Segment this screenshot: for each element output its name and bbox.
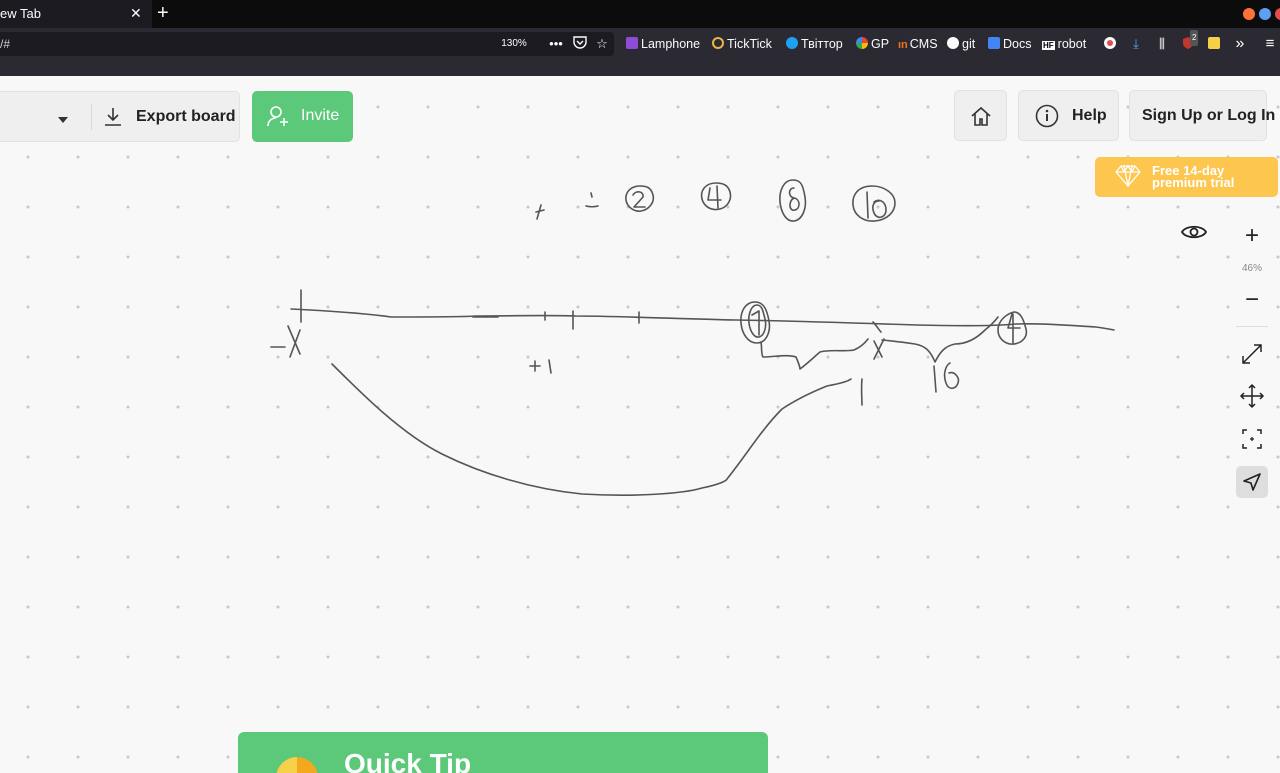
quick-tip-card[interactable]: Quick Tip: [238, 732, 768, 773]
help-label: Help: [1072, 107, 1107, 124]
pie-tip-icon: [276, 757, 318, 773]
bookmark-twitter[interactable]: Твіттор: [786, 36, 843, 52]
hf-icon: HF: [1042, 41, 1055, 50]
window-dot-red-icon[interactable]: [1275, 8, 1280, 20]
premium-trial-label: Free 14-day premium trial: [1152, 163, 1235, 190]
window-dot-orange-icon[interactable]: [1243, 8, 1255, 20]
bookmark-lamphone[interactable]: Lamphone: [626, 36, 700, 52]
star-bookmark-icon[interactable]: ☆: [594, 36, 610, 52]
twitter-bird-icon: [786, 37, 798, 49]
zoom-level: 46%: [1241, 263, 1262, 274]
eye-visibility-icon[interactable]: [1180, 222, 1208, 247]
overflow-chevron-icon[interactable]: »: [1232, 36, 1248, 52]
window-dot-blue-icon[interactable]: [1259, 8, 1271, 20]
cms-icon: ın: [898, 39, 908, 51]
ublock-icon[interactable]: 2: [1180, 30, 1199, 52]
toolbar-divider: [91, 104, 92, 130]
board-toolbar: Export board: [0, 91, 240, 142]
export-board-button[interactable]: Export board: [101, 92, 236, 143]
close-icon[interactable]: ✕: [130, 4, 144, 22]
zoom-out-button[interactable]: −: [1236, 284, 1268, 316]
add-user-icon: [266, 104, 290, 133]
pocket-icon[interactable]: [572, 36, 588, 52]
home-icon: [970, 106, 992, 131]
bookmark-ticktick[interactable]: TickTick: [712, 36, 772, 52]
help-button[interactable]: Help: [1018, 90, 1119, 141]
bookmark-gp[interactable]: GP: [856, 36, 889, 52]
sign-up-button[interactable]: Sign Up or Log In: [1129, 90, 1275, 141]
bookmark-robot[interactable]: HF robot: [1042, 36, 1086, 52]
url-bar[interactable]: /# 130% ••• ☆: [0, 32, 614, 56]
google-docs-icon: [988, 37, 1000, 49]
download-icon: [104, 107, 122, 132]
bookmark-docs[interactable]: Docs: [988, 36, 1031, 52]
home-button[interactable]: [954, 90, 1007, 141]
quick-tip-title: Quick Tip: [344, 748, 472, 773]
ticktick-icon: [712, 37, 724, 49]
export-board-label: Export board: [136, 108, 236, 125]
github-icon: [947, 37, 959, 49]
invite-label: Invite: [301, 107, 340, 124]
whiteboard-canvas[interactable]: [0, 76, 1280, 773]
invite-button[interactable]: Invite: [252, 91, 353, 142]
url-text: /#: [0, 37, 11, 51]
hamburger-menu-icon[interactable]: ≡: [1262, 36, 1278, 52]
extension-circle-icon[interactable]: [1102, 36, 1118, 52]
bookmark-cms[interactable]: ın CMS: [898, 36, 938, 52]
navigate-pointer-icon[interactable]: [1236, 466, 1268, 498]
focus-frame-icon[interactable]: [1236, 423, 1268, 455]
library-icon[interactable]: ⫼: [1154, 36, 1170, 52]
ublock-badge: 2: [1190, 30, 1199, 46]
tab-title: ew Tab: [0, 6, 41, 21]
premium-trial-button[interactable]: Free 14-day premium trial: [1095, 157, 1278, 197]
tab-strip: ew Tab ✕ +: [0, 0, 1280, 28]
browser-subbar: [0, 60, 1280, 76]
info-icon: [1035, 104, 1059, 133]
zoom-in-button[interactable]: +: [1236, 220, 1268, 252]
zoom-badge[interactable]: 130%: [494, 36, 534, 52]
fit-to-screen-icon[interactable]: [1236, 338, 1268, 370]
board-menu-chevron-down-icon[interactable]: [57, 111, 69, 129]
download-icon[interactable]: ⤓: [1128, 36, 1144, 52]
bookmark-git[interactable]: git: [947, 36, 975, 52]
lamphone-icon: [626, 37, 638, 49]
new-tab-button[interactable]: +: [157, 2, 175, 24]
notes-extension-icon[interactable]: [1206, 36, 1222, 52]
diamond-icon: [1115, 164, 1141, 192]
tools-divider: [1236, 326, 1268, 327]
pan-move-icon[interactable]: [1236, 380, 1268, 412]
navigation-bar: /# 130% ••• ☆ Lamphone TickTick Твіттор …: [0, 28, 1280, 60]
google-play-icon: [856, 37, 868, 49]
more-actions-icon[interactable]: •••: [548, 36, 564, 52]
tab-new-tab[interactable]: ew Tab ✕: [0, 0, 152, 28]
sign-up-label: Sign Up or Log In: [1142, 107, 1276, 124]
